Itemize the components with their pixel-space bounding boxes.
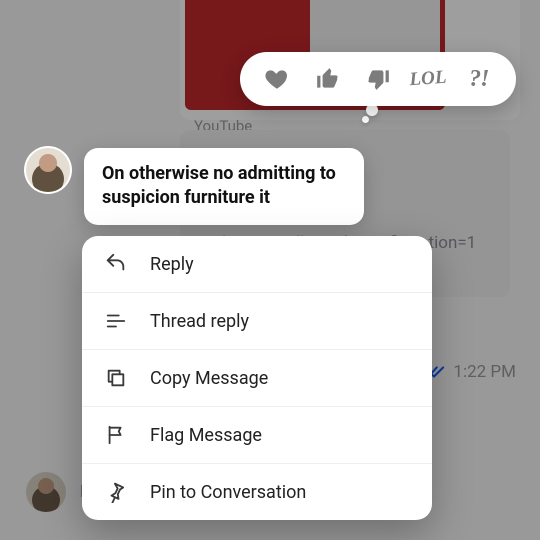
menu-label: Flag Message — [150, 425, 262, 446]
message-bubble[interactable]: On otherwise no admitting to suspicion f… — [84, 148, 364, 225]
menu-item-pin[interactable]: Pin to Conversation — [82, 463, 432, 520]
menu-label: Pin to Conversation — [150, 482, 306, 503]
reaction-bar-tail — [362, 104, 382, 124]
menu-item-flag[interactable]: Flag Message — [82, 406, 432, 463]
focused-message: On otherwise no admitting to suspicion f… — [26, 148, 364, 225]
reaction-bar: LOL ?! — [240, 52, 516, 106]
thread-icon — [104, 309, 128, 333]
chat-screen: YouTube h Stream C… to Johannes utube.co… — [0, 0, 540, 540]
reaction-thumbs-up[interactable] — [309, 60, 347, 98]
menu-label: Reply — [150, 254, 194, 275]
menu-item-copy[interactable]: Copy Message — [82, 349, 432, 406]
avatar[interactable] — [26, 148, 70, 192]
pin-icon — [104, 480, 128, 504]
reaction-lol[interactable]: LOL — [408, 59, 449, 100]
reaction-thumbs-down[interactable] — [359, 60, 397, 98]
reaction-wut[interactable]: ?! — [460, 60, 498, 98]
copy-icon — [104, 366, 128, 390]
menu-label: Copy Message — [150, 368, 268, 389]
flag-icon — [104, 423, 128, 447]
reaction-love[interactable] — [258, 60, 296, 98]
message-context-menu: Reply Thread reply Copy Message Flag Mes… — [82, 236, 432, 520]
menu-item-reply[interactable]: Reply — [82, 236, 432, 292]
menu-label: Thread reply — [150, 311, 249, 332]
menu-item-thread-reply[interactable]: Thread reply — [82, 292, 432, 349]
reply-arrow-icon — [104, 252, 128, 276]
